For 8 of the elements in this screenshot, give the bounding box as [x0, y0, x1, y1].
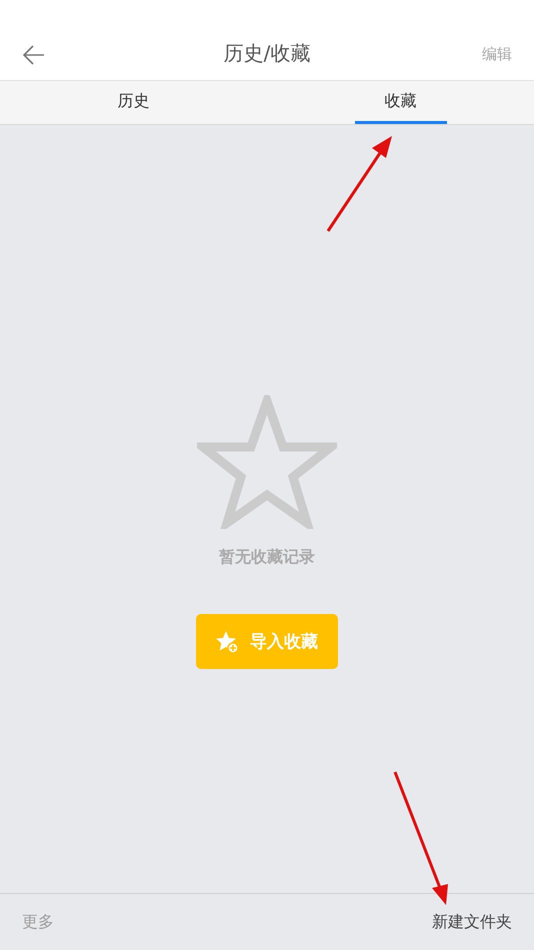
empty-message: 暂无收藏记录	[219, 547, 315, 568]
page-title: 历史/收藏	[224, 40, 310, 67]
tab[interactable]: 收藏	[354, 81, 446, 124]
star-outline-icon	[197, 395, 337, 529]
new-folder-button[interactable]: 新建文件夹	[432, 912, 512, 932]
star-plus-icon	[216, 630, 240, 654]
back-icon[interactable]	[22, 44, 46, 66]
tab[interactable]: 历史	[88, 81, 180, 124]
